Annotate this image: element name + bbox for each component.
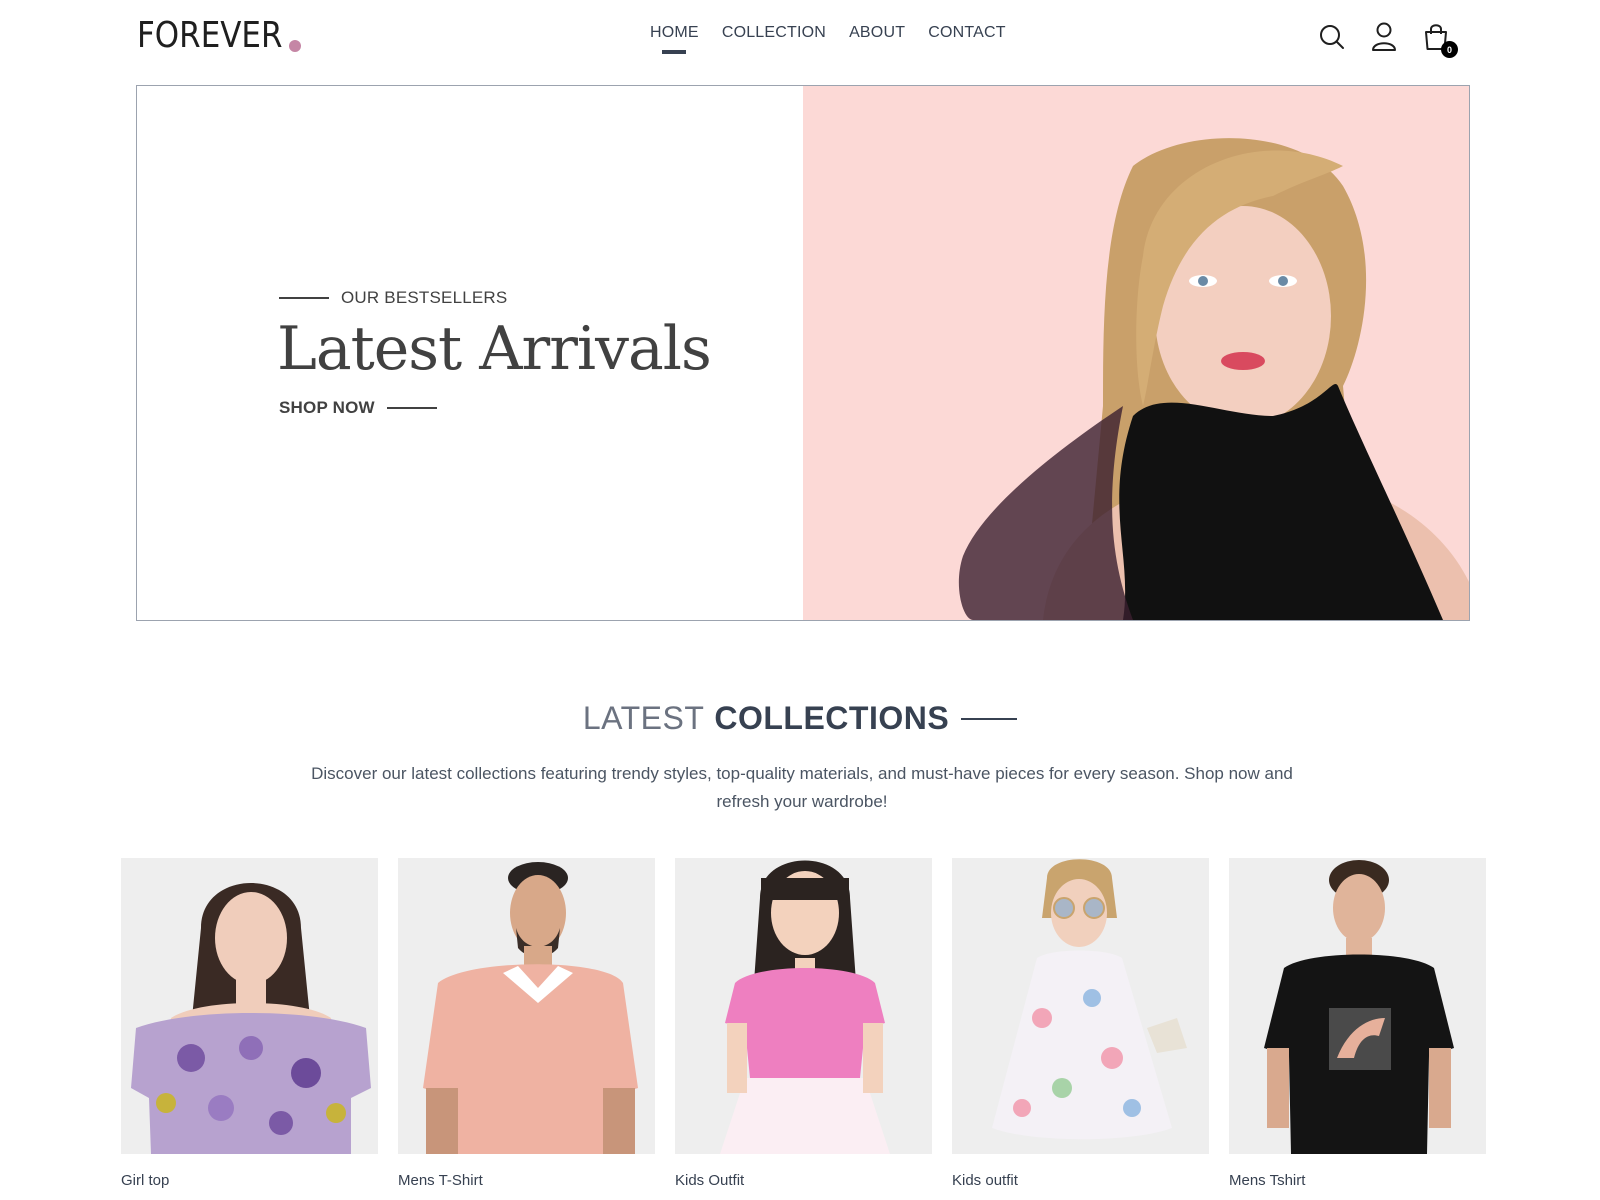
hero-text-panel: OUR BESTSELLERS Latest Arrivals SHOP NOW xyxy=(137,86,803,620)
product-image[interactable] xyxy=(398,858,655,1154)
logo-text: FOREVER xyxy=(137,15,283,56)
main-nav: HOME COLLECTION ABOUT CONTACT xyxy=(650,22,1006,44)
girl-top-illustration xyxy=(121,858,378,1154)
hero-banner: OUR BESTSELLERS Latest Arrivals SHOP NOW xyxy=(136,85,1470,621)
product-image[interactable] xyxy=(121,858,378,1154)
product-card[interactable]: Mens Tshirt xyxy=(1229,858,1486,1189)
nav-home[interactable]: HOME xyxy=(650,22,699,44)
shopping-bag-icon[interactable]: 0 xyxy=(1422,22,1458,58)
heading-light: LATEST xyxy=(582,700,705,736)
section-description: Discover our latest collections featurin… xyxy=(311,764,1293,811)
eyebrow-line xyxy=(279,297,329,299)
logo-dot xyxy=(289,40,301,52)
brand-logo[interactable]: FOREVER xyxy=(137,14,306,58)
shop-now-line xyxy=(386,407,437,409)
product-name[interactable]: Mens Tshirt xyxy=(1229,1172,1486,1189)
heading-line xyxy=(961,717,1018,720)
product-card[interactable]: Girl top xyxy=(121,858,378,1189)
product-image[interactable] xyxy=(952,858,1209,1154)
kids-outfit-2-illustration xyxy=(952,858,1209,1154)
search-icon[interactable] xyxy=(1318,22,1346,52)
product-name[interactable]: Kids Outfit xyxy=(675,1172,932,1189)
shop-now-label: SHOP NOW xyxy=(279,398,375,417)
eyebrow-text: OUR BESTSELLERS xyxy=(341,288,508,307)
product-card[interactable]: Kids outfit xyxy=(952,858,1209,1189)
product-name[interactable]: Girl top xyxy=(121,1172,378,1189)
nav-collection[interactable]: COLLECTION xyxy=(722,22,826,44)
product-card[interactable]: Kids Outfit xyxy=(675,858,932,1189)
cart-count-badge: 0 xyxy=(1441,41,1458,58)
site-header: FOREVER HOME COLLECTION ABOUT CONTACT 0 xyxy=(0,0,1600,80)
nav-contact[interactable]: CONTACT xyxy=(928,22,1006,44)
product-card[interactable]: Mens T-Shirt xyxy=(398,858,655,1189)
user-icon[interactable] xyxy=(1370,22,1398,52)
product-image[interactable] xyxy=(1229,858,1486,1154)
nav-about[interactable]: ABOUT xyxy=(849,22,905,44)
product-image[interactable] xyxy=(675,858,932,1154)
kids-outfit-illustration xyxy=(675,858,932,1154)
section-heading: LATEST COLLECTIONS xyxy=(0,700,1600,737)
product-name[interactable]: Kids outfit xyxy=(952,1172,1209,1189)
mens-tshirt-illustration xyxy=(398,858,655,1154)
heading-bold: COLLECTIONS xyxy=(714,700,950,736)
hero-model-illustration xyxy=(958,138,1469,620)
product-name[interactable]: Mens T-Shirt xyxy=(398,1172,655,1189)
header-icons: 0 xyxy=(1318,22,1458,58)
shop-now-link[interactable]: SHOP NOW xyxy=(279,398,437,418)
hero-eyebrow: OUR BESTSELLERS xyxy=(279,288,507,308)
hero-image xyxy=(803,86,1469,620)
mens-tshirt-2-illustration xyxy=(1229,858,1486,1154)
product-grid: Girl top Mens T-Shirt Kids Outfit Kids o… xyxy=(121,858,1486,1189)
hero-title: Latest Arrivals xyxy=(277,314,712,384)
